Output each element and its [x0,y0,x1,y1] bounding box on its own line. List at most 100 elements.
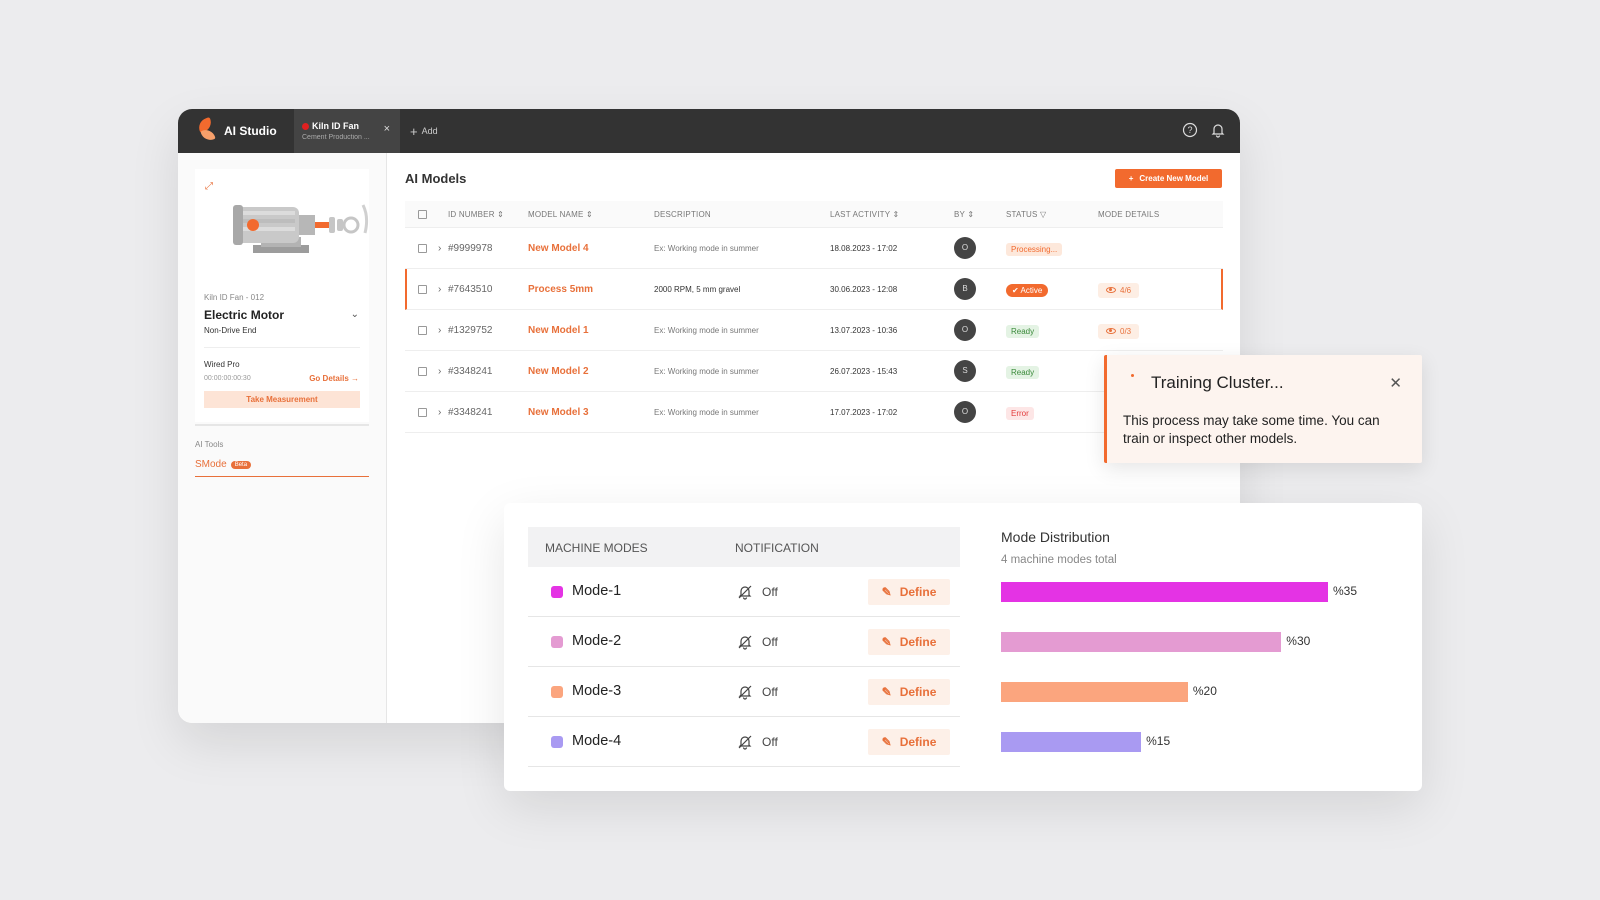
row-checkbox[interactable] [418,284,427,294]
sidebar-item-smode[interactable]: SMode Beta [195,459,252,470]
column-machine-modes: MACHINE MODES [545,541,648,555]
last-activity: 26.07.2023 - 15:43 [830,366,898,376]
model-description: Ex: Working mode in summer [654,325,759,335]
modes-table-header: MACHINE MODES NOTIFICATION [528,527,960,567]
page-title: AI Models [405,171,467,186]
table-row[interactable]: › #3348241 New Model 3 Ex: Working mode … [405,392,1223,433]
table-row[interactable]: › #7643510 Process 5mm 2000 RPM, 5 mm gr… [405,269,1223,310]
app-logo-icon [196,116,216,143]
last-activity: 13.07.2023 - 10:36 [830,325,898,335]
status-dot-icon [302,122,309,130]
sensor-name: Wired Pro [204,360,240,369]
define-button[interactable]: ✎ Define [868,629,950,655]
device-code: Kiln ID Fan - 012 [204,293,265,302]
distribution-bar-label: %35 [1333,584,1358,598]
table-header: ID NUMBER ⇕ MODEL NAME ⇕ DESCRIPTION LAS… [405,201,1223,228]
bell-icon[interactable] [1210,122,1226,138]
mode-row: Mode-4 Off ✎ Define [528,717,960,767]
distribution-title: Mode Distribution [1001,529,1110,545]
chevron-right-icon[interactable]: › [438,243,448,254]
table-row[interactable]: › #9999978 New Model 4 Ex: Working mode … [405,228,1223,269]
last-activity: 17.07.2023 - 17:02 [830,407,898,417]
sort-icon: ⇕ [497,209,505,219]
bell-off-icon[interactable] [737,684,753,700]
take-measurement-button[interactable]: Take Measurement [204,391,360,408]
divider [195,424,369,426]
divider [204,347,360,348]
svg-text:?: ? [1187,125,1192,135]
chevron-right-icon[interactable]: › [438,284,448,295]
expand-icon[interactable]: ⤢ [205,181,213,192]
model-description: 2000 RPM, 5 mm gravel [654,284,741,294]
column-by[interactable]: BY ⇕ [954,210,1006,219]
column-status[interactable]: STATUS ▽ [1006,210,1098,219]
last-activity: 30.06.2023 - 12:08 [830,284,898,294]
add-tab-button[interactable]: + Add [410,124,438,139]
sidebar: ⤢ Kiln ID Fan - 012 Electric Motor ⌄ Non… [178,153,387,723]
column-last-activity[interactable]: LAST ACTIVITY ⇕ [830,210,954,219]
close-icon[interactable]: ✕ [1389,374,1402,392]
model-name[interactable]: Process 5mm [528,284,654,295]
distribution-bar-label: %30 [1286,634,1311,648]
mode-color-swatch [551,636,563,648]
model-description: Ex: Working mode in summer [654,366,759,376]
avatar: O [954,319,976,341]
chevron-right-icon[interactable]: › [438,325,448,336]
machine-modes-panel: MACHINE MODES NOTIFICATION Mode-1 Off ✎ D… [504,503,1422,791]
mode-color-swatch [551,586,563,598]
bell-off-icon[interactable] [737,634,753,650]
chevron-right-icon[interactable]: › [438,366,448,377]
table-row[interactable]: › #1329752 New Model 1 Ex: Working mode … [405,310,1223,351]
mode-name: Mode-2 [572,633,622,649]
training-notification: Training Cluster... ✕ This process may t… [1104,355,1422,463]
notification-status: Off [762,585,778,599]
close-icon[interactable]: × [384,123,390,135]
tab-kiln-id-fan[interactable]: Kiln ID Fan Cement Production ... × [294,109,400,153]
model-id: #7643510 [448,283,493,295]
column-model-name[interactable]: MODEL NAME ⇕ [528,210,654,219]
model-id: #3348241 [448,406,493,418]
model-id: #9999978 [448,242,493,254]
model-name[interactable]: New Model 4 [528,243,654,254]
define-button[interactable]: ✎ Define [868,579,950,605]
model-name[interactable]: New Model 1 [528,325,654,336]
status-badge: Ready [1006,366,1040,379]
distribution-subtitle: 4 machine modes total [1001,554,1117,566]
column-description: DESCRIPTION [654,209,711,219]
model-name[interactable]: New Model 3 [528,407,654,418]
model-description: Ex: Working mode in summer [654,407,759,417]
row-checkbox[interactable] [418,243,427,253]
column-id[interactable]: ID NUMBER ⇕ [448,210,528,219]
mode-details-button[interactable]: 4/6 [1098,282,1140,298]
mode-color-swatch [551,736,563,748]
row-checkbox[interactable] [418,366,427,376]
chevron-down-icon[interactable]: ⌄ [351,309,359,320]
tab-subtitle: Cement Production ... [302,134,370,141]
row-checkbox[interactable] [418,325,427,335]
notification-title: Training Cluster... [1151,373,1284,392]
mode-details-button[interactable]: 0/3 [1098,323,1140,339]
eye-icon [1106,328,1116,334]
select-all-checkbox[interactable] [418,209,427,219]
pencil-icon: ✎ [881,635,892,649]
row-checkbox[interactable] [418,407,427,417]
bell-off-icon[interactable] [737,584,753,600]
model-name[interactable]: New Model 2 [528,366,654,377]
chevron-right-icon[interactable]: › [438,407,448,418]
help-icon[interactable]: ? [1182,122,1198,138]
active-underline [195,476,369,477]
bell-off-icon[interactable] [737,734,753,750]
table-row[interactable]: › #3348241 New Model 2 Ex: Working mode … [405,351,1223,392]
mode-row: Mode-2 Off ✎ Define [528,617,960,667]
sidebar-item-label: SMode [195,459,227,470]
distribution-bar-label: %15 [1146,734,1171,748]
pencil-icon: ✎ [881,735,892,749]
define-button[interactable]: ✎ Define [868,679,950,705]
define-button[interactable]: ✎ Define [868,729,950,755]
notification-status: Off [762,635,778,649]
device-subtitle: Non-Drive End [204,326,257,335]
go-details-link[interactable]: Go Details → [309,374,359,383]
create-new-model-button[interactable]: + Create New Model [1115,169,1222,188]
plus-icon: + [410,123,418,139]
top-bar: AI Studio Kiln ID Fan Cement Production … [178,109,1240,153]
